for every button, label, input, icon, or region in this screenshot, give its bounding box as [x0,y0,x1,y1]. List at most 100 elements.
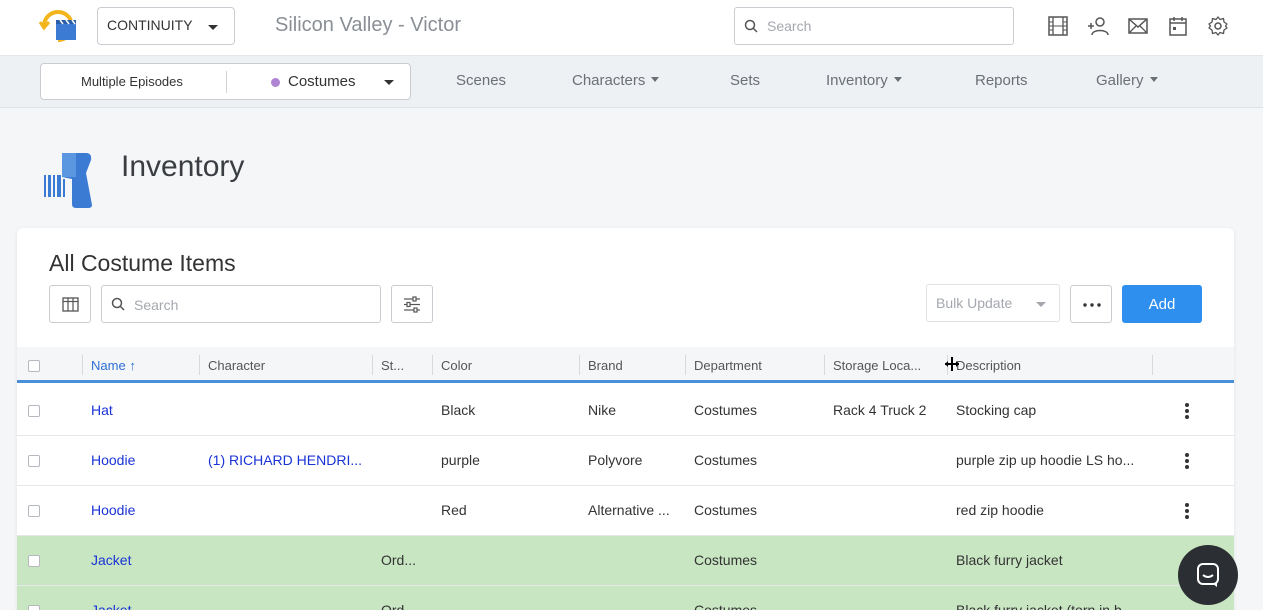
cell-description: Black furry jacket [956,552,1063,568]
chevron-down-icon [893,76,902,82]
table-row[interactable]: Jacket Ord... Costumes Black furry jacke… [17,536,1234,586]
cell-description: purple zip up hoodie LS ho... [956,452,1135,468]
cell-description: Black furry jacket (torn in b... [956,602,1134,610]
column-resizer[interactable] [685,355,686,375]
episode-department-selector[interactable]: Multiple Episodes Costumes [40,63,411,100]
table-row[interactable]: Jacket Ord... Costumes Black furry jacke… [17,586,1234,610]
table-row[interactable]: Hoodie Red Alternative ... Costumes red … [17,486,1234,536]
column-resizer[interactable] [372,355,373,375]
project-select-label: CONTINUITY [107,17,193,33]
search-icon [111,297,125,311]
nav-item-inventory[interactable]: Inventory [826,72,902,89]
column-header-color[interactable]: Color [441,358,472,373]
table-search[interactable] [101,285,381,323]
settings-icon[interactable] [1207,15,1229,37]
cell-status: Ord... [381,552,417,568]
department-select-label[interactable]: Costumes [288,73,356,90]
row-checkbox[interactable] [28,605,40,610]
episodes-select-label[interactable]: Multiple Episodes [81,74,183,89]
chat-launcher-button[interactable] [1178,545,1238,605]
bulk-update-select[interactable]: Bulk Update [926,284,1060,322]
row-menu-icon[interactable] [1185,403,1191,421]
cell-department: Costumes [694,452,758,468]
cell-brand: Polyvore [588,452,643,468]
cell-department: Costumes [694,402,758,418]
select-all-checkbox[interactable] [28,360,40,372]
global-search-input[interactable] [767,16,997,36]
cell-color: Black [441,402,476,418]
add-button[interactable]: Add [1122,285,1202,323]
cell-color: purple [441,452,480,468]
column-header-description[interactable]: Description [956,358,1021,373]
more-options-button[interactable] [1070,285,1112,323]
nav-item-scenes[interactable]: Scenes [456,72,506,89]
add-user-icon[interactable] [1087,15,1109,37]
column-resizer[interactable] [432,355,433,375]
nav-item-reports[interactable]: Reports [975,72,1028,89]
cell-brand: Nike [588,402,617,418]
column-header-character[interactable]: Character [208,358,265,373]
cell-character[interactable]: (1) RICHARD HENDRI... [208,452,366,468]
column-header-label: Name [91,358,126,373]
project-select[interactable]: CONTINUITY [97,7,235,45]
column-header-brand[interactable]: Brand [588,358,623,373]
chevron-down-icon [1036,302,1046,307]
cell-department: Costumes [694,552,758,568]
film-icon[interactable] [1047,15,1069,37]
top-bar: CONTINUITY Silicon Valley - Victor [0,0,1263,56]
production-title: Silicon Valley - Victor [275,14,461,36]
chat-icon [1197,563,1219,587]
table-search-input[interactable] [134,295,364,315]
nav-item-label: Sets [730,72,761,89]
inventory-card: All Costume Items Bulk Update [17,228,1234,610]
sliders-icon [404,296,420,313]
cell-name[interactable]: Hat [91,402,191,418]
row-checkbox[interactable] [28,555,40,567]
cell-department: Costumes [694,602,758,610]
column-resizer[interactable] [82,355,83,375]
nav-item-label: Gallery [1096,72,1144,89]
row-checkbox[interactable] [28,405,40,417]
cell-name[interactable]: Jacket [91,602,191,610]
cell-name[interactable]: Jacket [91,552,191,568]
card-title: All Costume Items [49,250,236,276]
row-menu-icon[interactable] [1185,503,1191,521]
filter-button[interactable] [391,285,433,323]
column-resizer[interactable] [1152,355,1153,375]
cell-name[interactable]: Hoodie [91,452,191,468]
nav-item-gallery[interactable]: Gallery [1096,72,1158,89]
mail-icon[interactable] [1127,15,1149,37]
row-checkbox[interactable] [28,455,40,467]
row-menu-icon[interactable] [1185,453,1191,471]
cell-description: red zip hoodie [956,502,1044,518]
nav-item-label: Characters [572,72,646,89]
calendar-icon[interactable] [1167,15,1189,37]
column-resizer[interactable] [579,355,580,375]
cell-color: Red [441,502,467,518]
columns-button[interactable] [49,285,91,323]
columns-icon [62,297,79,312]
row-checkbox[interactable] [28,505,40,517]
column-header-name[interactable]: Name ↑ [91,358,136,373]
column-header-department[interactable]: Department [694,358,762,373]
nav-item-sets[interactable]: Sets [730,72,760,89]
cell-status: Ord... [381,602,417,610]
arrow-up-icon: ↑ [129,358,136,373]
table-row[interactable]: Hoodie (1) RICHARD HENDRI... purple Poly… [17,436,1234,486]
cell-department: Costumes [694,502,758,518]
resize-cursor-icon [945,357,959,371]
column-resizer[interactable] [199,355,200,375]
column-header-storage-location[interactable]: Storage Loca... [833,358,921,373]
app-logo-icon[interactable] [38,6,80,46]
bulk-update-label: Bulk Update [936,295,1013,311]
search-icon [744,19,758,33]
nav-item-characters[interactable]: Characters [572,72,660,89]
nav-bar: Multiple Episodes Costumes Scenes Charac… [0,56,1263,108]
global-search[interactable] [734,7,1014,45]
column-resizer[interactable] [824,355,825,375]
table-row[interactable]: Hat Black Nike Costumes Rack 4 Truck 2 S… [17,386,1234,436]
more-horizontal-icon [1083,303,1101,307]
department-color-dot [271,78,280,87]
column-header-status[interactable]: St... [381,358,404,373]
cell-name[interactable]: Hoodie [91,502,191,518]
